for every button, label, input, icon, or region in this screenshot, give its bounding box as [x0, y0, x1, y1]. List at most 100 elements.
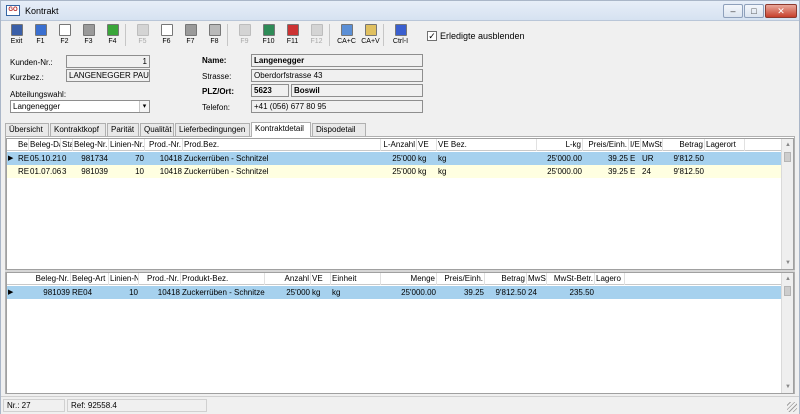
grid1-cell: 25'000: [392, 154, 416, 163]
abteilungswahl-select[interactable]: Langenegger ▾: [10, 100, 150, 113]
grid1-column-header[interactable]: MwSt: [641, 139, 663, 151]
toolbar-button-f2[interactable]: F2: [53, 23, 76, 47]
toolbar-button-f9[interactable]: F9: [233, 23, 256, 47]
minimize-button[interactable]: –: [723, 4, 743, 18]
grid2-column-header[interactable]: Preis/Einh.: [437, 273, 485, 285]
grid1-column-header[interactable]: Prod.-Nr.: [145, 139, 183, 151]
plz-ort-label: PLZ/Ort:: [202, 87, 234, 96]
toolbar-button-f12[interactable]: F12: [305, 23, 328, 47]
toolbar-button-f8[interactable]: F8: [203, 23, 226, 47]
resize-grip[interactable]: [787, 402, 797, 412]
scroll-thumb[interactable]: [784, 286, 791, 296]
grid2-column-header[interactable]: Lagero: [595, 273, 625, 285]
tab-dispodetail[interactable]: Dispodetail: [312, 123, 366, 136]
grid1-column-header[interactable]: Prod.Bez.: [183, 139, 381, 151]
grid2-scrollbar[interactable]: ▲ ▼: [781, 273, 793, 393]
grid1-column-header[interactable]: L-Anzahl: [381, 139, 417, 151]
maximize-button[interactable]: □: [744, 4, 764, 18]
grid1-scrollbar[interactable]: ▲ ▼: [781, 139, 793, 269]
toolbar-button-label: Exit: [10, 38, 23, 45]
grid2-column-header[interactable]: Produkt-Bez.: [181, 273, 265, 285]
close-button[interactable]: ✕: [765, 4, 797, 18]
grid2-column-header[interactable]: Linien-Nr.: [109, 273, 139, 285]
toolbar-button-f4[interactable]: F4: [101, 23, 124, 47]
chevron-down-icon[interactable]: ▾: [139, 101, 149, 112]
grid1-cell: 01.07.06: [30, 167, 61, 176]
grid1-column-header[interactable]: Beleg-: [17, 139, 29, 151]
grid1-row[interactable]: ▶ RE0905.10.210 981734 70 10418Zuckerrüben -…: [7, 152, 781, 165]
grid1-column-header[interactable]: Linien-Nr.: [109, 139, 145, 151]
erledigte-ausblenden-checkbox[interactable]: ✓: [427, 31, 437, 41]
grid1-cell: 24: [642, 167, 651, 176]
toolbar-button-f5[interactable]: F5: [131, 23, 154, 47]
tab-lieferbedingungen[interactable]: Lieferbedingungen: [175, 123, 250, 136]
grid2-column-header[interactable]: Menge: [381, 273, 437, 285]
print-icon: [208, 24, 221, 36]
grid2-column-header[interactable]: Prod.-Nr.: [139, 273, 181, 285]
grid1-column-header[interactable]: Lagerort: [705, 139, 745, 151]
grid1-cell: 0: [62, 154, 67, 163]
grid1-column-header[interactable]: Beleg-Datum: [29, 139, 61, 151]
tab-kontraktdetail[interactable]: Kontraktdetail: [251, 122, 311, 137]
plz-field[interactable]: 5623: [251, 84, 289, 97]
tab-kontraktkopf[interactable]: Kontraktkopf: [50, 123, 106, 136]
toolbar-button-ctrl-i[interactable]: Ctrl-I: [389, 23, 412, 47]
grid2-column-header[interactable]: VE: [311, 273, 331, 285]
toolbar-button-f7[interactable]: F7: [179, 23, 202, 47]
grid2-cell: kg: [332, 288, 341, 297]
status-bar: Nr.: 27 Ref: 92558.4: [1, 396, 799, 414]
toolbar-button-ca-c[interactable]: CA+C: [335, 23, 358, 47]
grid1-column-header[interactable]: L-kg: [537, 139, 583, 151]
grid1-cell: 10418: [159, 167, 182, 176]
grid1-column-header[interactable]: Beleg-Nr.: [73, 139, 109, 151]
grid2-column-header[interactable]: MwSt: [527, 273, 547, 285]
telefon-field[interactable]: +41 (056) 677 80 95: [251, 100, 423, 113]
grid2-cell: 981039: [43, 288, 70, 297]
grid1-row[interactable]: RE0401.07.063 981039 10 10418Zuckerrüben - …: [7, 165, 781, 178]
dispodetail-grid[interactable]: ▲ ▼ Beleg-Nr.Beleg-ArtLinien-Nr.Prod.-Nr…: [6, 272, 794, 394]
scroll-down-icon[interactable]: ▼: [784, 383, 792, 391]
toolbar-button-ca-v[interactable]: CA+V: [359, 23, 382, 47]
grid2-column-header[interactable]: Betrag: [485, 273, 527, 285]
scroll-up-icon[interactable]: ▲: [784, 141, 792, 149]
grid2-column-header[interactable]: Anzahl: [265, 273, 311, 285]
toolbar-button-label: F11: [286, 38, 299, 45]
grid1-column-header[interactable]: Preis/Einh.: [583, 139, 629, 151]
grid1-cell: Zuckerrüben - Schnitzel: [184, 167, 269, 176]
ort-field[interactable]: Boswil: [291, 84, 423, 97]
kurzbez-field[interactable]: LANGENEGGER PAUL: [66, 69, 150, 82]
scroll-thumb[interactable]: [784, 152, 791, 162]
grid1-cell: 05.10.21: [30, 154, 61, 163]
grid1-column-header[interactable]: I/E: [629, 139, 641, 151]
window-title: Kontrakt: [25, 6, 59, 16]
grid2-row[interactable]: ▶ 981039 RE04 10 10418 Zuckerrüben - Schnitze…: [7, 286, 781, 299]
refresh-icon: [286, 24, 299, 36]
tab-qualit-t[interactable]: Qualität: [140, 123, 174, 136]
tab--bersicht[interactable]: Übersicht: [5, 123, 49, 136]
grid2-column-header[interactable]: Beleg-Nr.: [17, 273, 71, 285]
grid2-column-header[interactable]: MwSt-Betr.: [547, 273, 595, 285]
grid1-column-header[interactable]: VE: [417, 139, 437, 151]
toolbar-button-f11[interactable]: F11: [281, 23, 304, 47]
toolbar-button-exit[interactable]: Exit: [5, 23, 28, 47]
name-field[interactable]: Langenegger: [251, 54, 423, 67]
toolbar-separator: [383, 24, 384, 46]
grid1-cell: 981039: [81, 167, 108, 176]
toolbar-button-f6[interactable]: F6: [155, 23, 178, 47]
grid2-column-header[interactable]: Einheit: [331, 273, 381, 285]
grid1-column-header[interactable]: VE Bez.: [437, 139, 537, 151]
scroll-down-icon[interactable]: ▼: [784, 259, 792, 267]
grid2-column-header[interactable]: Beleg-Art: [71, 273, 109, 285]
kunden-nr-field[interactable]: 1: [66, 55, 150, 68]
grid1-column-header[interactable]: Betrag: [663, 139, 705, 151]
strasse-field[interactable]: Oberdorfstrasse 43: [251, 69, 423, 82]
toolbar-button-f3[interactable]: F3: [77, 23, 100, 47]
name-label: Name:: [202, 56, 227, 65]
toolbar-button-f1[interactable]: F1: [29, 23, 52, 47]
scroll-up-icon[interactable]: ▲: [784, 275, 792, 283]
toolbar-button-f10[interactable]: F10: [257, 23, 280, 47]
tab-parit-t[interactable]: Parität: [107, 123, 139, 136]
kontraktdetail-grid[interactable]: ▲ ▼ Beleg-Beleg-DatumStaBeleg-Nr.Linien-…: [6, 138, 794, 270]
toolbar-button-label: F1: [36, 38, 45, 45]
grid1-column-header[interactable]: Sta: [61, 139, 73, 151]
